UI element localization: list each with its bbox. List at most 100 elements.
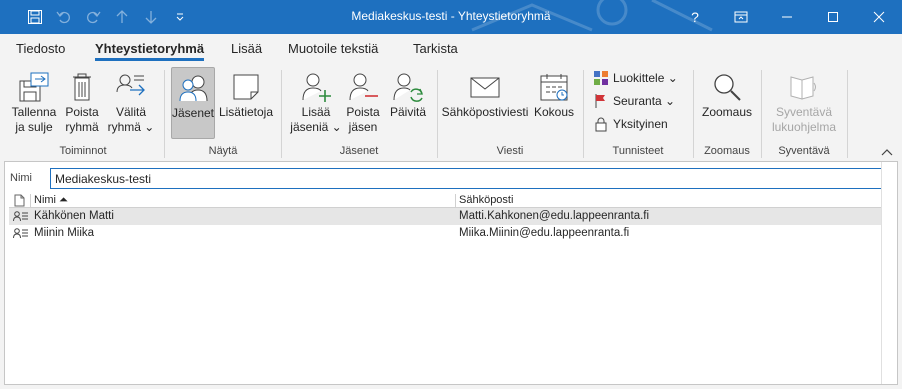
private-button[interactable]: Yksityinen — [593, 114, 668, 134]
followup-label: Seuranta ⌄ — [613, 94, 676, 108]
group-tunnisteet: Luokittele ⌄ Seuranta ⌄ Yksityinen Tunni… — [585, 64, 691, 160]
table-header: Nimi ⏶ Sähköposti — [9, 193, 883, 208]
collapse-ribbon-icon[interactable] — [880, 146, 894, 158]
immersive-reader-label-2: lukuohjelma — [771, 120, 837, 134]
remove-member-button[interactable]: Poista jäsen — [343, 67, 383, 139]
ribbon-separator — [164, 70, 165, 158]
ribbon-separator — [693, 70, 694, 158]
followup-button[interactable]: Seuranta ⌄ — [593, 91, 675, 111]
window-controls: ? — [672, 0, 902, 34]
categorize-button[interactable]: Luokittele ⌄ — [593, 68, 678, 88]
title-bar: Mediakeskus-testi - Yhteystietoryhmä ? — [0, 0, 902, 34]
add-member-icon — [298, 69, 334, 105]
vertical-scrollbar[interactable] — [881, 162, 897, 384]
update-members-button[interactable]: Päivitä — [387, 67, 429, 139]
contact-icon — [13, 228, 28, 239]
ribbon-separator — [281, 70, 282, 158]
forward-group-label-1: Välitä — [115, 105, 147, 119]
group-viesti: Sähköpostiviesti Kokous Viesti — [439, 64, 581, 160]
minimize-button[interactable] — [764, 0, 810, 34]
remove-member-label-1: Poista — [346, 105, 380, 119]
ribbon-separator — [437, 70, 438, 158]
forward-group-button[interactable]: Välitä ryhmä ⌄ — [106, 67, 156, 139]
member-email: Matti.Kahkonen@edu.lappeenranta.fi — [459, 210, 650, 222]
ribbon: Tallenna ja sulje Poista ryhmä Välitä ry… — [4, 64, 898, 160]
members-icon — [175, 70, 211, 106]
trash-icon — [64, 69, 100, 105]
save-close-label-2: ja sulje — [15, 120, 53, 134]
immersive-reader-label-1: Syventävä — [775, 105, 833, 119]
group-jasenet: Lisää jäseniä ⌄ Poista jäsen Päivitä Jäs… — [283, 64, 435, 160]
forward-group-label-2: ryhmä ⌄ — [107, 120, 155, 134]
group-label-jasenet: Jäsenet — [339, 145, 379, 157]
group-name-field[interactable] — [50, 168, 897, 189]
document-icon — [14, 194, 25, 207]
tab-tiedosto[interactable]: Tiedosto — [16, 41, 65, 56]
close-button[interactable] — [856, 0, 902, 34]
notes-view-label: Lisätietoja — [218, 105, 274, 119]
column-header-email[interactable]: Sähköposti — [459, 194, 513, 206]
update-members-icon — [390, 69, 426, 105]
delete-group-label-2: ryhmä — [65, 120, 99, 134]
immersive-reader-button[interactable]: Syventävä lukuohjelma — [767, 67, 841, 139]
group-label-viesti: Viesti — [496, 145, 524, 157]
group-syventava: Syventävä lukuohjelma Syventävä — [763, 64, 845, 160]
contact-group-form: Nimi Nimi ⏶ Sähköposti Kähkönen Matti Ma… — [4, 161, 898, 385]
private-label: Yksityinen — [613, 117, 668, 131]
update-members-label: Päivitä — [389, 105, 427, 119]
ribbon-separator — [583, 70, 584, 158]
envelope-icon — [467, 69, 503, 105]
members-table: Nimi ⏶ Sähköposti Kähkönen Matti Matti.K… — [9, 193, 883, 242]
categorize-label: Luokittele ⌄ — [613, 71, 678, 85]
help-label: ? — [691, 9, 699, 25]
tab-yhteystietoryhma[interactable]: Yhteystietoryhmä — [95, 41, 205, 61]
group-label-nayta: Näytä — [208, 145, 238, 157]
member-email: Miika.Miinin@edu.lappeenranta.fi — [459, 227, 630, 239]
forward-group-icon — [113, 69, 149, 105]
name-label: Nimi — [10, 172, 32, 184]
maximize-button[interactable] — [810, 0, 856, 34]
zoom-button[interactable]: Zoomaus — [699, 67, 755, 139]
magnifier-icon — [709, 69, 745, 105]
tab-lisaa[interactable]: Lisää — [231, 41, 262, 56]
email-label: Sähköpostiviesti — [441, 105, 529, 119]
add-members-label-2: jäseniä ⌄ — [290, 120, 342, 134]
help-button[interactable]: ? — [672, 0, 718, 34]
remove-member-label-2: jäsen — [348, 120, 378, 134]
ribbon-display-options-button[interactable] — [718, 0, 764, 34]
member-name: Kähkönen Matti — [34, 210, 114, 222]
column-divider — [455, 194, 456, 207]
group-label-syventava: Syventävä — [778, 145, 830, 157]
delete-group-button[interactable]: Poista ryhmä — [62, 67, 102, 139]
member-name: Miinin Miika — [34, 227, 95, 239]
flag-icon — [593, 93, 609, 109]
column-divider — [30, 194, 31, 207]
notes-view-button[interactable]: Lisätietoja — [218, 67, 274, 139]
column-header-name[interactable]: Nimi ⏶ — [34, 194, 68, 207]
group-zoomaus: Zoomaus Zoomaus — [695, 64, 759, 160]
immersive-reader-icon — [786, 69, 822, 105]
meeting-button[interactable]: Kokous — [532, 67, 576, 139]
meeting-label: Kokous — [533, 105, 575, 119]
ribbon-tabs: Tiedosto Yhteystietoryhmä Lisää Muotoile… — [0, 34, 902, 64]
zoom-label: Zoomaus — [701, 105, 753, 119]
table-row[interactable]: Kähkönen Matti Matti.Kahkonen@edu.lappee… — [9, 208, 883, 225]
email-button[interactable]: Sähköpostiviesti — [441, 67, 529, 139]
ribbon-separator — [761, 70, 762, 158]
members-view-button[interactable]: Jäsenet — [171, 67, 215, 139]
notes-icon — [228, 69, 264, 105]
group-nayta: Jäsenet Lisätietoja Näytä — [166, 64, 280, 160]
group-label-toiminnot: Toiminnot — [59, 145, 107, 157]
save-and-close-button[interactable]: Tallenna ja sulje — [8, 67, 60, 139]
group-toiminnot: Tallenna ja sulje Poista ryhmä Välitä ry… — [4, 64, 162, 160]
calendar-icon — [536, 69, 572, 105]
table-row[interactable]: Miinin Miika Miika.Miinin@edu.lappeenran… — [9, 225, 883, 242]
group-label-tunnisteet: Tunnisteet — [612, 145, 664, 157]
tab-muotoile-teksti[interactable]: Muotoile tekstiä — [288, 41, 378, 56]
add-members-label-1: Lisää — [301, 105, 331, 119]
lock-icon — [593, 116, 609, 132]
tab-tarkista[interactable]: Tarkista — [413, 41, 458, 56]
ribbon-separator — [847, 70, 848, 158]
add-members-button[interactable]: Lisää jäseniä ⌄ — [290, 67, 342, 139]
save-close-label-1: Tallenna — [11, 105, 57, 119]
